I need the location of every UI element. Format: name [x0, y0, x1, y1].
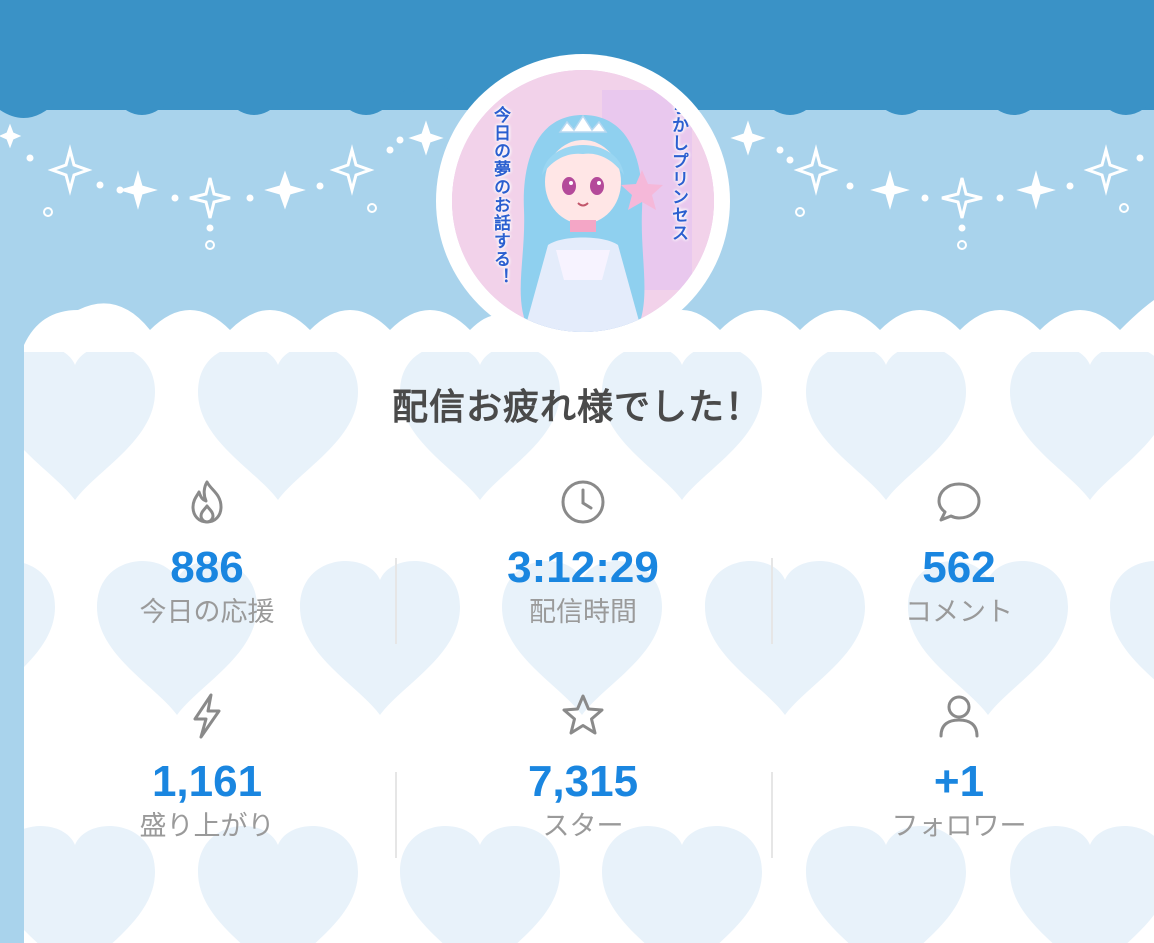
star-icon	[562, 694, 604, 735]
avatar-caption-right: らかしプリンセス	[668, 98, 688, 242]
stat-value: 7,315	[527, 757, 639, 806]
stat-label: フォロワー	[891, 811, 1027, 842]
stat-value: 886	[170, 543, 244, 592]
stat-excitement: 1,161 盛り上がり	[17, 690, 397, 844]
stat-comments: 562 コメント	[769, 476, 1149, 630]
stat-label: 配信時間	[529, 597, 637, 628]
stat-value: 1,161	[151, 757, 263, 806]
stat-value: 3:12:29	[507, 543, 659, 592]
stat-support: 886 今日の応援	[17, 476, 397, 630]
stat-label: 今日の応援	[139, 597, 275, 628]
flame-icon	[191, 480, 223, 524]
lightning-icon	[193, 693, 221, 739]
stat-followers: +1 フォロワー	[769, 690, 1149, 844]
stat-value: +1	[933, 757, 985, 806]
stat-label: コメント	[905, 597, 1013, 628]
stat-label: スター	[542, 811, 624, 842]
person-icon	[939, 695, 979, 738]
stat-value: 562	[922, 543, 996, 592]
comment-icon	[937, 482, 981, 522]
avatar-image: らかしプリンセス 今日の夢のお話する！	[452, 70, 714, 332]
stat-label: 盛り上がり	[139, 811, 275, 842]
avatar-caption-left: 今日の夢のお話する！	[490, 106, 510, 286]
stat-stream-time: 3:12:29 配信時間	[393, 476, 773, 630]
page-title: 配信お疲れ様でした！	[391, 387, 762, 428]
clock-icon	[561, 480, 605, 524]
stat-stars: 7,315 スター	[393, 690, 773, 844]
streamer-avatar[interactable]: らかしプリンセス 今日の夢のお話する！	[436, 54, 730, 348]
